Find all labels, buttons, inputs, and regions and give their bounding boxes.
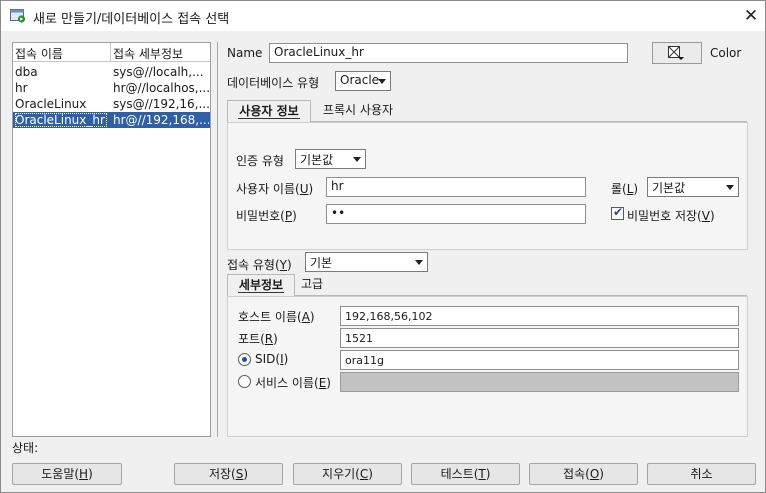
auth-type-label: 인증 유형 <box>236 154 284 168</box>
password-field[interactable]: •• <box>326 204 586 224</box>
service-name-label: 서비스 이름(E) <box>255 376 331 390</box>
tab-user-info-label: 사용자 정보 <box>238 104 300 119</box>
color-label: Color <box>710 46 742 60</box>
username-field[interactable]: hr <box>326 177 586 197</box>
service-name-field <box>340 372 739 392</box>
list-item[interactable]: dba sys@//localh,... <box>13 64 210 80</box>
tab-details[interactable]: 세부정보 <box>227 274 295 296</box>
connection-name: dba <box>15 65 38 79</box>
connection-details: hr@//localhos,... <box>113 81 209 95</box>
connection-list: 접속 이름 접속 세부정보 dba sys@//localh,... hr hr… <box>12 42 211 437</box>
connect-button[interactable]: 접속(O) <box>529 463 638 485</box>
role-value: 기본값 <box>652 181 686 195</box>
connection-details: hr@//192,168,... <box>113 113 209 127</box>
sid-radio[interactable] <box>238 353 251 366</box>
service-name-radio[interactable] <box>238 375 251 388</box>
help-button[interactable]: 도움말(H) <box>12 463 122 485</box>
chevron-down-icon <box>415 260 423 265</box>
connection-details: sys@//192,16,... <box>113 97 209 111</box>
name-label: Name <box>227 46 263 60</box>
color-button[interactable] <box>652 42 702 64</box>
close-icon[interactable]: ✕ <box>739 4 763 28</box>
tab-proxy-user-label: 프록시 사용자 <box>322 103 394 117</box>
chevron-down-icon <box>378 79 386 84</box>
connection-name: OracleLinux <box>15 97 87 111</box>
column-header-name[interactable]: 접속 이름 <box>15 45 63 62</box>
list-item[interactable]: hr hr@//localhos,... <box>13 80 210 96</box>
db-type-value: Oracle <box>340 73 380 87</box>
tab-advanced-label: 고급 <box>300 277 324 291</box>
status-label: 상태: <box>12 441 39 455</box>
connection-dialog: 새로 만들기/데이터베이스 접속 선택 ✕ 접속 이름 접속 세부정보 dba … <box>0 0 766 493</box>
list-item-selected[interactable]: OracleLinux_hr hr@//192,168,... <box>13 112 210 128</box>
host-label: 호스트 이름(A) <box>238 310 315 324</box>
cancel-button[interactable]: 취소 <box>647 463 756 485</box>
tab-details-label: 세부정보 <box>237 278 285 293</box>
save-password-checkbox[interactable]: ✔ <box>611 205 624 220</box>
name-field[interactable]: OracleLinux_hr <box>269 43 628 63</box>
db-type-select[interactable]: Oracle <box>335 71 391 91</box>
auth-type-select[interactable]: 기본값 <box>295 149 366 169</box>
test-button[interactable]: 테스트(T) <box>411 463 520 485</box>
connection-name: OracleLinux_hr <box>15 113 107 127</box>
radio-dot-icon <box>242 357 247 362</box>
window-title: 새로 만들기/데이터베이스 접속 선택 <box>33 12 230 27</box>
auth-type-value: 기본값 <box>300 153 334 167</box>
conn-type-label: 접속 유형(Y) <box>227 258 292 272</box>
connection-details: sys@//localh,... <box>113 65 204 79</box>
role-label: 롤(L) <box>611 182 639 196</box>
conn-type-select[interactable]: 기본 <box>305 252 428 272</box>
chevron-down-icon <box>353 157 361 162</box>
db-type-label: 데이터베이스 유형 <box>227 76 320 90</box>
port-field[interactable]: 1521 <box>340 328 739 348</box>
clear-button[interactable]: 지우기(C) <box>293 463 402 485</box>
host-field[interactable]: 192,168,56,102 <box>340 306 739 326</box>
sid-field[interactable]: ora11g <box>340 350 739 370</box>
column-header-details[interactable]: 접속 세부정보 <box>113 45 183 62</box>
sid-label: SID(I) <box>255 352 289 366</box>
title-bar: 새로 만들기/데이터베이스 접속 선택 ✕ <box>1 1 765 31</box>
tab-advanced[interactable]: 고급 <box>297 274 327 296</box>
tab-proxy-user[interactable]: 프록시 사용자 <box>314 100 402 122</box>
connection-list-header: 접속 이름 접속 세부정보 <box>13 43 210 62</box>
role-select[interactable]: 기본값 <box>647 177 739 197</box>
checkmark-icon: ✔ <box>613 205 624 219</box>
tab-user-info[interactable]: 사용자 정보 <box>227 100 311 122</box>
username-label: 사용자 이름(U) <box>236 182 314 196</box>
port-label: 포트(R) <box>238 332 278 346</box>
list-item[interactable]: OracleLinux sys@//192,16,... <box>13 96 210 112</box>
chevron-down-icon <box>726 185 734 190</box>
database-connect-icon <box>10 9 26 23</box>
save-button[interactable]: 저장(S) <box>174 463 283 485</box>
column-divider[interactable] <box>110 43 111 62</box>
connection-name: hr <box>15 81 28 95</box>
conn-type-value: 기본 <box>310 256 333 270</box>
save-password-label: 비밀번호 저장(V) <box>627 209 715 223</box>
split-divider[interactable] <box>217 42 218 437</box>
password-label: 비밀번호(P) <box>236 209 297 223</box>
color-picker-icon <box>668 46 684 60</box>
